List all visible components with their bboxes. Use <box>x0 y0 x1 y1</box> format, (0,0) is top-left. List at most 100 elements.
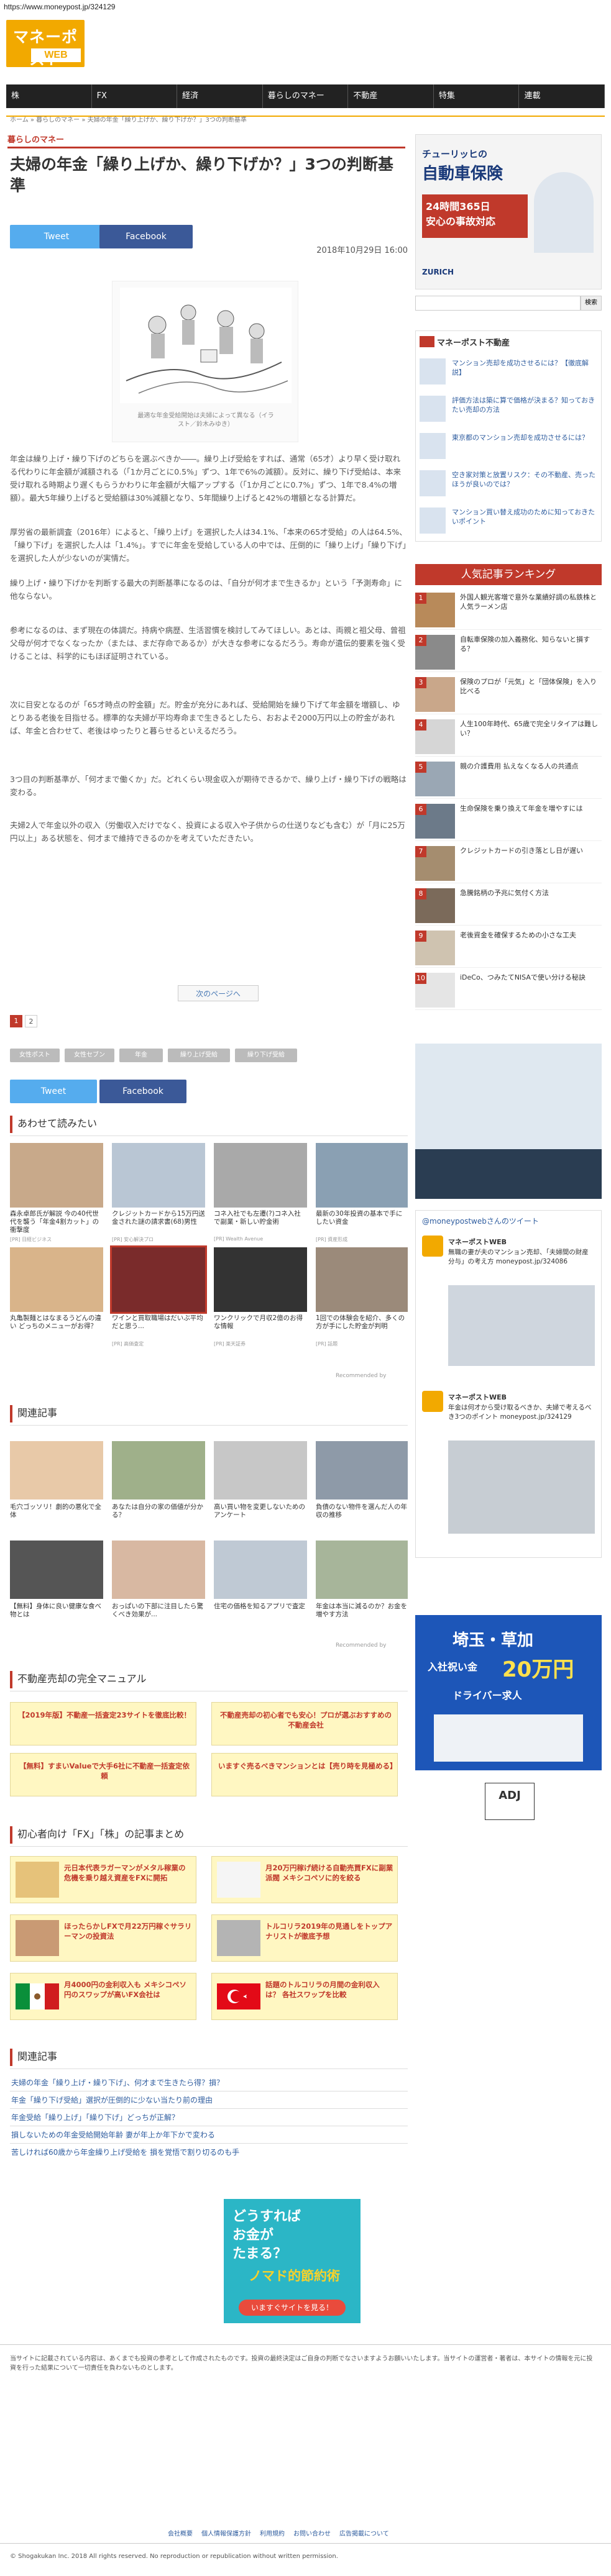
category-label[interactable]: 暮らしのマネー <box>7 133 64 145</box>
search-button[interactable]: 検索 <box>581 296 602 311</box>
tag-josei-post[interactable]: 女性ポスト <box>10 1049 60 1062</box>
nav-item-living-money[interactable]: 暮らしのマネー <box>263 84 349 108</box>
recommend-thumb-8[interactable] <box>316 1247 408 1312</box>
manual-card-3[interactable]: 【無料】すまいValueで大手6社に不動産一括査定依頼 <box>10 1753 196 1796</box>
related-caption-3[interactable]: 高い買い物を変更しないためのアンケート <box>214 1503 307 1528</box>
related-link-2[interactable]: 年金「繰り下げ受給」選択が圧倒的に少ない当たり前の理由 <box>11 2095 213 2106</box>
recommend-thumb-2[interactable] <box>112 1143 205 1208</box>
pager-page-2[interactable]: 2 <box>25 1015 37 1027</box>
footer-link-terms[interactable]: 利用規約 <box>260 2528 285 2537</box>
ranking-item-10[interactable]: 10 iDeCo、つみたてNISAで使い分ける秘訣 <box>415 969 602 1010</box>
nav-item-economy[interactable]: 経済 <box>177 84 263 108</box>
related-caption-5[interactable]: 【無料】身体に良い健康な食べ物とは <box>10 1603 103 1627</box>
recommend-thumb-4[interactable] <box>316 1143 408 1208</box>
ranking-item-7[interactable]: 7 クレジットカードの引き落とし日が遅い <box>415 842 602 883</box>
related-caption-6[interactable]: おっぱいの下部に注目したら驚くべき効果が... <box>112 1603 205 1627</box>
footer-link-contact[interactable]: お問い合わせ <box>293 2528 331 2537</box>
facebook-button[interactable]: Facebook <box>99 225 193 248</box>
recommend-caption-6[interactable]: ワインと買取職場はだいぶ平均だと思う... <box>112 1314 205 1339</box>
related-thumb-5[interactable] <box>10 1541 103 1599</box>
tag-kurisage[interactable]: 繰り下げ受給 <box>235 1049 297 1062</box>
manual-card-4[interactable]: いますぐ売るべきマンションとは【売り時を見極める】 <box>211 1753 398 1796</box>
nomad-banner[interactable]: どうすれば お金が たまる？ ノマド的節約術 いますぐサイトを見る！ <box>224 2199 361 2323</box>
ranking-item-4[interactable]: 4 人生100年時代、65歳で完全リタイアは難しい？ <box>415 716 602 757</box>
related-thumb-6[interactable] <box>112 1541 205 1599</box>
re-item-4[interactable]: 空き家対策と放置リスク：その不動産、売ったほうが良いのでは？ <box>420 468 599 498</box>
re-item-2[interactable]: 評価方法は築に算で価格が決まる？知っておきたい売却の方法 <box>420 393 599 423</box>
recommend-caption-2[interactable]: クレジットカードから15万円送金された謎の請求書(68)男性 <box>112 1210 205 1235</box>
related-caption-8[interactable]: 年金は本当に減るのか？お金を増やす方法 <box>316 1603 408 1627</box>
recommend-thumb-3[interactable] <box>214 1143 307 1208</box>
related-caption-1[interactable]: 毛穴ゴッソリ！劇的の悪化で全体 <box>10 1503 103 1528</box>
related-link-4[interactable]: 損しないための年金受給開始年齢 妻が年上か年下かで変わる <box>11 2129 215 2141</box>
guide-card-3[interactable]: ほったらかしFXで月22万円稼ぐサラリーマンの投資法 <box>10 1914 196 1962</box>
ranking-item-9[interactable]: 9 老後資金を確保するための小さな工夫 <box>415 927 602 968</box>
recommend-caption-3[interactable]: コネ入社でも左遷(?)コネ入社で副業・新しい貯金術 <box>214 1210 307 1235</box>
ranking-item-8[interactable]: 8 急騰銘柄の予兆に気付く方法 <box>415 885 602 926</box>
related-link-3[interactable]: 年金受給「繰り上げ」「繰り下げ」どっちが正解？ <box>11 2112 179 2123</box>
recommend-thumb-7[interactable] <box>214 1247 307 1312</box>
related-caption-7[interactable]: 住宅の価格を知るアプリで査定 <box>214 1603 307 1627</box>
tweet-button-bottom[interactable]: Tweet <box>10 1080 97 1103</box>
related-link-5[interactable]: 苦しければ60歳から年金繰り上げ受給を 損を覚悟で割り切るのも手 <box>11 2147 239 2158</box>
re-item-1[interactable]: マンション売却を成功させるには？【徹底解説】 <box>420 356 599 386</box>
tag-josei-seven[interactable]: 女性セブン <box>65 1049 114 1062</box>
tag-nenkin[interactable]: 年金 <box>119 1049 163 1062</box>
tweet-button[interactable]: Tweet <box>10 225 103 248</box>
tag-kuriage[interactable]: 繰り上げ受給 <box>168 1049 230 1062</box>
related-thumb-4[interactable] <box>316 1441 408 1500</box>
recommend-thumb-1[interactable] <box>10 1143 103 1208</box>
twitter-account-1[interactable]: マネーポストWEB <box>448 1237 507 1247</box>
recommend-caption-5[interactable]: 丸亀製麺とはなまるうどんの違い どっちのメニューがお得？ <box>10 1314 103 1339</box>
twitter-account-2[interactable]: マネーポストWEB <box>448 1392 507 1402</box>
guide-card-6[interactable]: 話題のトルコリラの月間の金利収入は？ 各社スワップを比較 <box>211 1973 398 2020</box>
recommend-caption-4[interactable]: 最新の30年投資の基本で手にしたい資金 <box>316 1210 408 1235</box>
ranking-item-6[interactable]: 6 生命保険を乗り換えて年金を増やすには <box>415 800 602 841</box>
guide-card-1[interactable]: 元日本代表ラガーマンがメタル稼業の危機を乗り越え資産をFXに開拓 <box>10 1856 196 1903</box>
ranking-item-5[interactable]: 5 親の介護費用 払えなくなる人の共通点 <box>415 758 602 799</box>
related-link-1[interactable]: 夫婦の年金「繰り上げ・繰り下げ」、何才まで生きたら得？損？ <box>11 2077 224 2088</box>
nav-item-fx[interactable]: FX <box>92 84 178 108</box>
manual-card-2[interactable]: 不動産売却の初心者でも安心！プロが選ぶおすすめの不動産会社 <box>211 1702 398 1745</box>
recommend-thumb-5[interactable] <box>10 1247 103 1312</box>
pager-page-1[interactable]: 1 <box>10 1015 22 1027</box>
site-logo[interactable]: マネーポスト WEB <box>6 20 85 68</box>
tweet-image-1[interactable] <box>448 1285 595 1366</box>
nav-item-real-estate[interactable]: 不動産 <box>348 84 434 108</box>
re-item-3[interactable]: 東京都のマンション売却を成功させるには？ <box>420 430 599 460</box>
zurich-insurance-ad[interactable]: チューリッヒの 自動車保険 24時間365日 安心の事故対応 ZURICH <box>415 134 602 289</box>
tweet-image-2[interactable] <box>448 1440 595 1534</box>
breadcrumb[interactable]: ホーム » 暮らしのマネー » 夫婦の年金「繰り上げか、繰り下げか？」3つの判断… <box>10 116 408 125</box>
next-page-button[interactable]: 次のページへ <box>178 985 259 1001</box>
guide-card-4[interactable]: トルコリラ2019年の見通しをトップアナリストが徹底予想 <box>211 1914 398 1962</box>
footer-link-ads[interactable]: 広告掲載について <box>339 2528 389 2537</box>
nav-item-stocks[interactable]: 株 <box>6 84 92 108</box>
ranking-item-2[interactable]: 2 自転車保険の加入義務化、知らないと損する？ <box>415 631 602 672</box>
search-input[interactable] <box>415 296 581 311</box>
related-thumb-8[interactable] <box>316 1541 408 1599</box>
facebook-button-bottom[interactable]: Facebook <box>99 1080 186 1103</box>
guide-card-2[interactable]: 月20万円稼げ続ける自動売買FXに副業派閥 メキシコペソに的を絞る <box>211 1856 398 1903</box>
manual-card-1[interactable]: 【2019年版】不動産一括査定23サイトを徹底比較！ <box>10 1702 196 1745</box>
related-thumb-7[interactable] <box>214 1541 307 1599</box>
related-caption-4[interactable]: 負債のない物件を選んだ人の年収の推移 <box>316 1503 408 1528</box>
driver-recruit-ad[interactable]: 埼玉・草加 入社祝い金 20万円 ドライバー求人 <box>415 1615 602 1770</box>
twitter-widget-title[interactable]: @moneypostwebさんのツイート <box>422 1216 539 1226</box>
related-thumb-1[interactable] <box>10 1441 103 1500</box>
recommend-caption-7[interactable]: ワンクリックで月収2億のお得な情報 <box>214 1314 307 1339</box>
recommend-caption-8[interactable]: 1回での体験会を紹介、多くの方が手にした貯金が判明 <box>316 1314 408 1339</box>
sidebar-house-ad[interactable] <box>415 1044 602 1199</box>
related-thumb-2[interactable] <box>112 1441 205 1500</box>
ranking-item-3[interactable]: 3 保険のプロが「元気」と「団体保険」を入り比べる <box>415 673 602 714</box>
re-item-5[interactable]: マンション買い替え成功のために知っておきたいポイント <box>420 505 599 535</box>
recommend-caption-1[interactable]: 森永卓郎氏が解説 今の40代世代を襲う「年金4割カット」の衝撃度 <box>10 1210 103 1235</box>
footer-link-privacy[interactable]: 個人情報保護方針 <box>201 2528 251 2537</box>
related-thumb-3[interactable] <box>214 1441 307 1500</box>
related-caption-2[interactable]: あなたは自分の家の価値が分かる？ <box>112 1503 205 1528</box>
ranking-item-1[interactable]: 1 外国人観光客増で意外な業績好調の私鉄株と人気ラーメン店 <box>415 589 602 630</box>
footer-link-company[interactable]: 会社概要 <box>168 2528 193 2537</box>
recommend-thumb-6[interactable] <box>110 1245 207 1314</box>
nav-item-features[interactable]: 特集 <box>434 84 520 108</box>
guide-card-5[interactable]: 月4000円の金利収入も メキシコペソ円のスワップが高いFX会社は <box>10 1973 196 2020</box>
nav-item-series[interactable]: 連載 <box>519 84 605 108</box>
